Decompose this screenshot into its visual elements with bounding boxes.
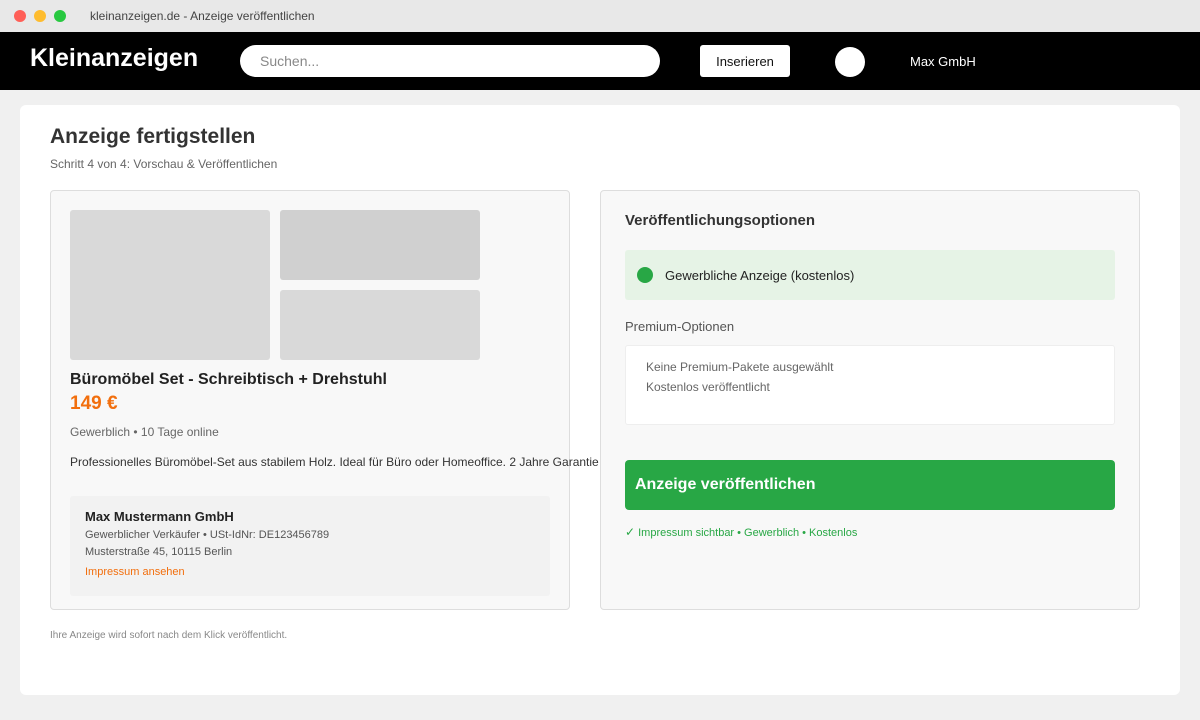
ad-title: Büromöbel Set - Schreibtisch + Drehstuhl bbox=[70, 371, 387, 388]
ad-thumbnail-image-placeholder bbox=[280, 210, 480, 280]
page-title: Anzeige fertigstellen bbox=[50, 125, 256, 148]
main-content-card: Anzeige fertigstellen Schritt 4 von 4: V… bbox=[20, 105, 1180, 695]
footer-note: Ihre Anzeige wird sofort nach dem Klick … bbox=[50, 630, 288, 641]
user-avatar[interactable] bbox=[835, 47, 865, 77]
option-commercial-ad[interactable]: Gewerbliche Anzeige (kostenlos) bbox=[625, 250, 1115, 300]
search-input[interactable] bbox=[260, 53, 640, 69]
search-bar[interactable] bbox=[240, 45, 660, 77]
seller-tax-info: Gewerblicher Verkäufer • USt-IdNr: DE123… bbox=[85, 529, 330, 541]
premium-status: Keine Premium-Pakete ausgewählt bbox=[646, 360, 834, 374]
insert-ad-button[interactable]: Inserieren bbox=[700, 45, 790, 77]
radio-selected-icon[interactable] bbox=[637, 267, 653, 283]
ad-price: 149 € bbox=[70, 393, 118, 414]
ad-preview-card: Büromöbel Set - Schreibtisch + Drehstuhl… bbox=[50, 190, 599, 610]
ad-meta: Gewerblich • 10 Tage online bbox=[70, 425, 219, 439]
window-title: kleinanzeigen.de - Anzeige veröffentlich… bbox=[90, 9, 315, 23]
premium-options-label: Premium-Optionen bbox=[625, 319, 735, 334]
maximize-window-button[interactable] bbox=[54, 10, 66, 22]
ad-thumbnail-image-placeholder bbox=[280, 290, 480, 360]
seller-address: Musterstraße 45, 10115 Berlin bbox=[85, 546, 233, 558]
option-label: Gewerbliche Anzeige (kostenlos) bbox=[665, 268, 855, 283]
premium-cost-status: Kostenlos veröffentlicht bbox=[646, 380, 770, 394]
site-logo[interactable]: Kleinanzeigen bbox=[30, 44, 198, 73]
top-navbar: Kleinanzeigen Inserieren Max GmbH bbox=[0, 32, 1200, 90]
publish-ad-button[interactable]: Anzeige veröffentlichen bbox=[625, 460, 1115, 510]
publish-summary-text: Impressum sichtbar • Gewerblich • Kosten… bbox=[638, 527, 858, 539]
publish-options-card: Veröffentlichungsoptionen Gewerbliche An… bbox=[600, 190, 1140, 610]
impressum-link[interactable]: Impressum ansehen bbox=[85, 566, 185, 578]
seller-name: Max Mustermann GmbH bbox=[85, 509, 234, 524]
ad-description: Professionelles Büromöbel-Set aus stabil… bbox=[70, 455, 599, 469]
publish-summary-note: ✓ Impressum sichtbar • Gewerblich • Kost… bbox=[625, 525, 857, 539]
user-name[interactable]: Max GmbH bbox=[910, 54, 976, 69]
close-window-button[interactable] bbox=[14, 10, 26, 22]
step-indicator: Schritt 4 von 4: Vorschau & Veröffentlic… bbox=[50, 157, 278, 171]
window-titlebar: kleinanzeigen.de - Anzeige veröffentlich… bbox=[0, 0, 1200, 32]
options-title: Veröffentlichungsoptionen bbox=[625, 212, 815, 229]
premium-options-box: Keine Premium-Pakete ausgewählt Kostenlo… bbox=[625, 345, 1115, 425]
checkmark-icon: ✓ bbox=[625, 525, 636, 539]
ad-main-image-placeholder bbox=[70, 210, 270, 360]
minimize-window-button[interactable] bbox=[34, 10, 46, 22]
seller-info-box: Max Mustermann GmbH Gewerblicher Verkäuf… bbox=[70, 496, 550, 596]
